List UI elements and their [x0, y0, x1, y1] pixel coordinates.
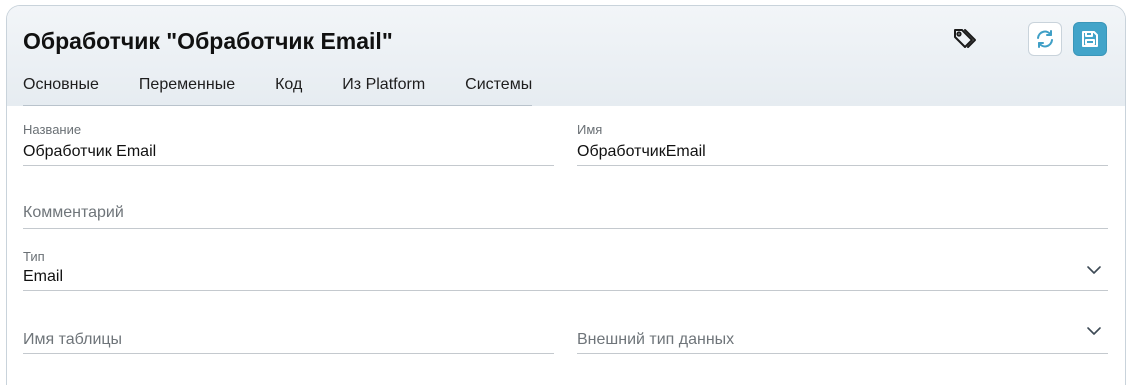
tags-button[interactable]: [950, 24, 980, 54]
name-label: Название: [23, 122, 82, 137]
comment-placeholder: Комментарий: [23, 204, 124, 221]
external-type-select[interactable]: Внешний тип данных: [577, 321, 1108, 354]
tag-icon: [954, 29, 976, 48]
tab-code[interactable]: Код: [275, 76, 302, 105]
tab-systems[interactable]: Системы: [465, 76, 532, 105]
refresh-icon: [1037, 30, 1053, 48]
type-value: Email: [23, 268, 64, 285]
save-button[interactable]: [1073, 22, 1107, 56]
refresh-button[interactable]: [1028, 22, 1062, 56]
tab-main[interactable]: Основные: [23, 76, 99, 105]
save-icon: [1082, 31, 1098, 47]
tab-from-platform[interactable]: Из Platform: [342, 76, 425, 105]
chevron-down-icon[interactable]: [1086, 326, 1102, 336]
table-name-field[interactable]: Имя таблицы: [23, 321, 554, 354]
comment-field[interactable]: Комментарий: [23, 196, 1108, 229]
name-field[interactable]: Название Обработчик Email: [23, 121, 554, 166]
tab-bar: Основные Переменные Код Из Platform Сист…: [23, 76, 533, 106]
type-select[interactable]: Тип Email: [23, 248, 1108, 291]
system-name-label: Имя: [577, 122, 603, 137]
system-name-field[interactable]: Имя ОбработчикEmail: [577, 121, 1108, 166]
header-bar: Обработчик "Обработчик Email" Основные П…: [7, 6, 1125, 106]
tab-variables[interactable]: Переменные: [139, 76, 235, 105]
handler-editor-window: Обработчик "Обработчик Email" Основные П…: [6, 5, 1126, 385]
external-type-placeholder: Внешний тип данных: [577, 331, 735, 348]
table-name-placeholder: Имя таблицы: [23, 331, 123, 348]
name-value: Обработчик Email: [23, 143, 157, 160]
system-name-value: ОбработчикEmail: [577, 143, 706, 160]
type-label: Тип: [23, 249, 45, 264]
page-title: Обработчик "Обработчик Email": [23, 28, 393, 54]
chevron-down-icon[interactable]: [1086, 265, 1102, 275]
